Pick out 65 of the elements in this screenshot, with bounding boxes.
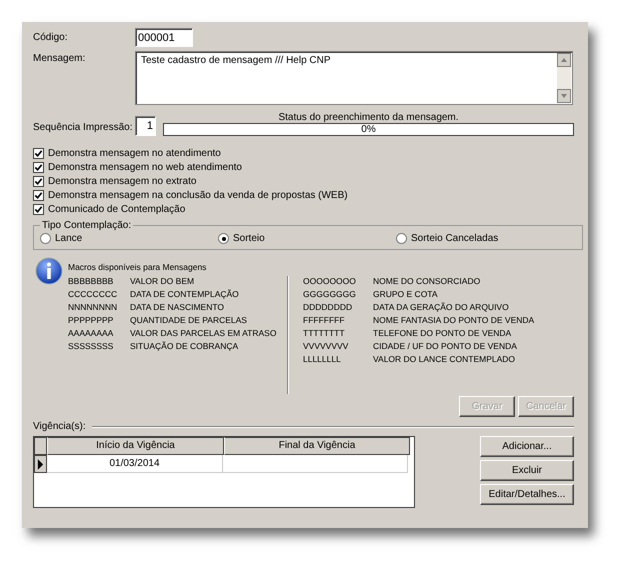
checkbox-label: Demonstra mensagem no web atendimento [48, 162, 242, 173]
macro-description: DATA DE NASCIMENTO [130, 302, 224, 314]
macro-description: VALOR DO BEM [130, 276, 194, 288]
checkbox[interactable] [33, 148, 44, 159]
grid-button[interactable]: Adicionar... [480, 436, 574, 457]
macro-description: TELEFONE DO PONTO DE VENDA [373, 328, 512, 340]
macro-code: AAAAAAAA [68, 328, 114, 340]
macro-description: VALOR DAS PARCELAS EM ATRASO [130, 328, 276, 340]
table-cell: 01/03/2014 [47, 455, 223, 473]
macro-description: QUANTIDADE DE PARCELAS [130, 315, 247, 327]
macro-code: FFFFFFFF [303, 315, 346, 327]
grid-button[interactable]: Excluir [480, 460, 574, 481]
macro-code: GGGGGGGG [303, 289, 357, 301]
checkbox-label: Demonstra mensagem na conclusão da venda de propostas (WEB) [48, 190, 348, 201]
codigo-label: Código: [33, 31, 68, 43]
macro-code: PPPPPPPP [68, 315, 114, 327]
macro-code: NNNNNNNN [68, 302, 118, 314]
macro-code: LLLLLLLL [303, 354, 342, 366]
vigencias-label: Vigência(s): [33, 421, 86, 432]
macro-description: NOME FANTASIA DO PONTO DE VENDA [373, 315, 534, 327]
radio-button[interactable] [40, 233, 51, 244]
checkbox-label: Demonstra mensagem no extrato [48, 176, 196, 187]
macro-code: TTTTTTTT [303, 328, 346, 340]
status-label: Status do preenchimento da mensagem. [278, 112, 459, 123]
radio-label: Sorteio [233, 233, 265, 244]
message-field[interactable]: Teste cadastro de mensagem /// Help CNP [135, 51, 573, 105]
macro-description: DATA DA GERAÇÃO DO ARQUIVO [373, 302, 509, 314]
macro-description: NOME DO CONSORCIADO [373, 276, 480, 288]
mensagem-label: Mensagem: [33, 52, 86, 64]
sequencia-label: Sequência Impressão: [33, 122, 134, 135]
group-title: Tipo Contemplação: [41, 220, 132, 231]
macros-title: Macros disponíveis para Mensagens [68, 262, 208, 272]
macro-description: DATA DE CONTEMPLAÇÃO [130, 289, 239, 301]
macro-description: GRUPO E COTA [373, 289, 438, 301]
macro-description: CIDADE / UF DO PONTO DE VENDA [373, 341, 517, 353]
progress-reading: 0% [361, 124, 376, 135]
grid-button[interactable]: Editar/Detalhes... [480, 484, 574, 505]
sequencia-field[interactable]: 1 [135, 116, 156, 136]
scroll-up-icon[interactable] [557, 53, 571, 67]
radio-button[interactable] [396, 233, 407, 244]
macro-code: DDDDDDDD [303, 302, 354, 314]
scroll-bar[interactable] [557, 53, 571, 103]
radio-label: Sorteio Canceladas [411, 233, 498, 244]
row-indicator[interactable] [34, 455, 47, 473]
column-header[interactable]: Final da Vigência [224, 437, 410, 455]
codigo-field[interactable]: 000001 [135, 28, 193, 47]
checkbox[interactable] [33, 204, 44, 215]
message-text: Teste cadastro de mensagem /// Help CNP [140, 54, 332, 68]
column-header[interactable]: Início da Vigência [47, 437, 224, 455]
macro-code: OOOOOOOO [303, 276, 357, 288]
macro-code: SSSSSSSS [68, 341, 114, 353]
radio-label: Lance [55, 233, 82, 244]
checkbox[interactable] [33, 190, 44, 201]
checkbox-label: Comunicado de Contemplação [48, 204, 186, 215]
scroll-down-icon[interactable] [557, 89, 571, 103]
macro-code: BBBBBBBB [68, 276, 114, 288]
macro-code: VVVVVVVV [303, 341, 350, 353]
info-icon [35, 257, 63, 285]
checkbox[interactable] [33, 176, 44, 187]
radio-button[interactable] [218, 233, 229, 244]
macro-description: VALOR DO LANCE CONTEMPLADO [373, 354, 516, 366]
macro-code: CCCCCCCC [68, 289, 118, 301]
checkbox[interactable] [33, 162, 44, 173]
checkbox-label: Demonstra mensagem no atendimento [48, 148, 221, 159]
macro-description: SITUAÇÃO DE COBRANÇA [130, 341, 238, 353]
